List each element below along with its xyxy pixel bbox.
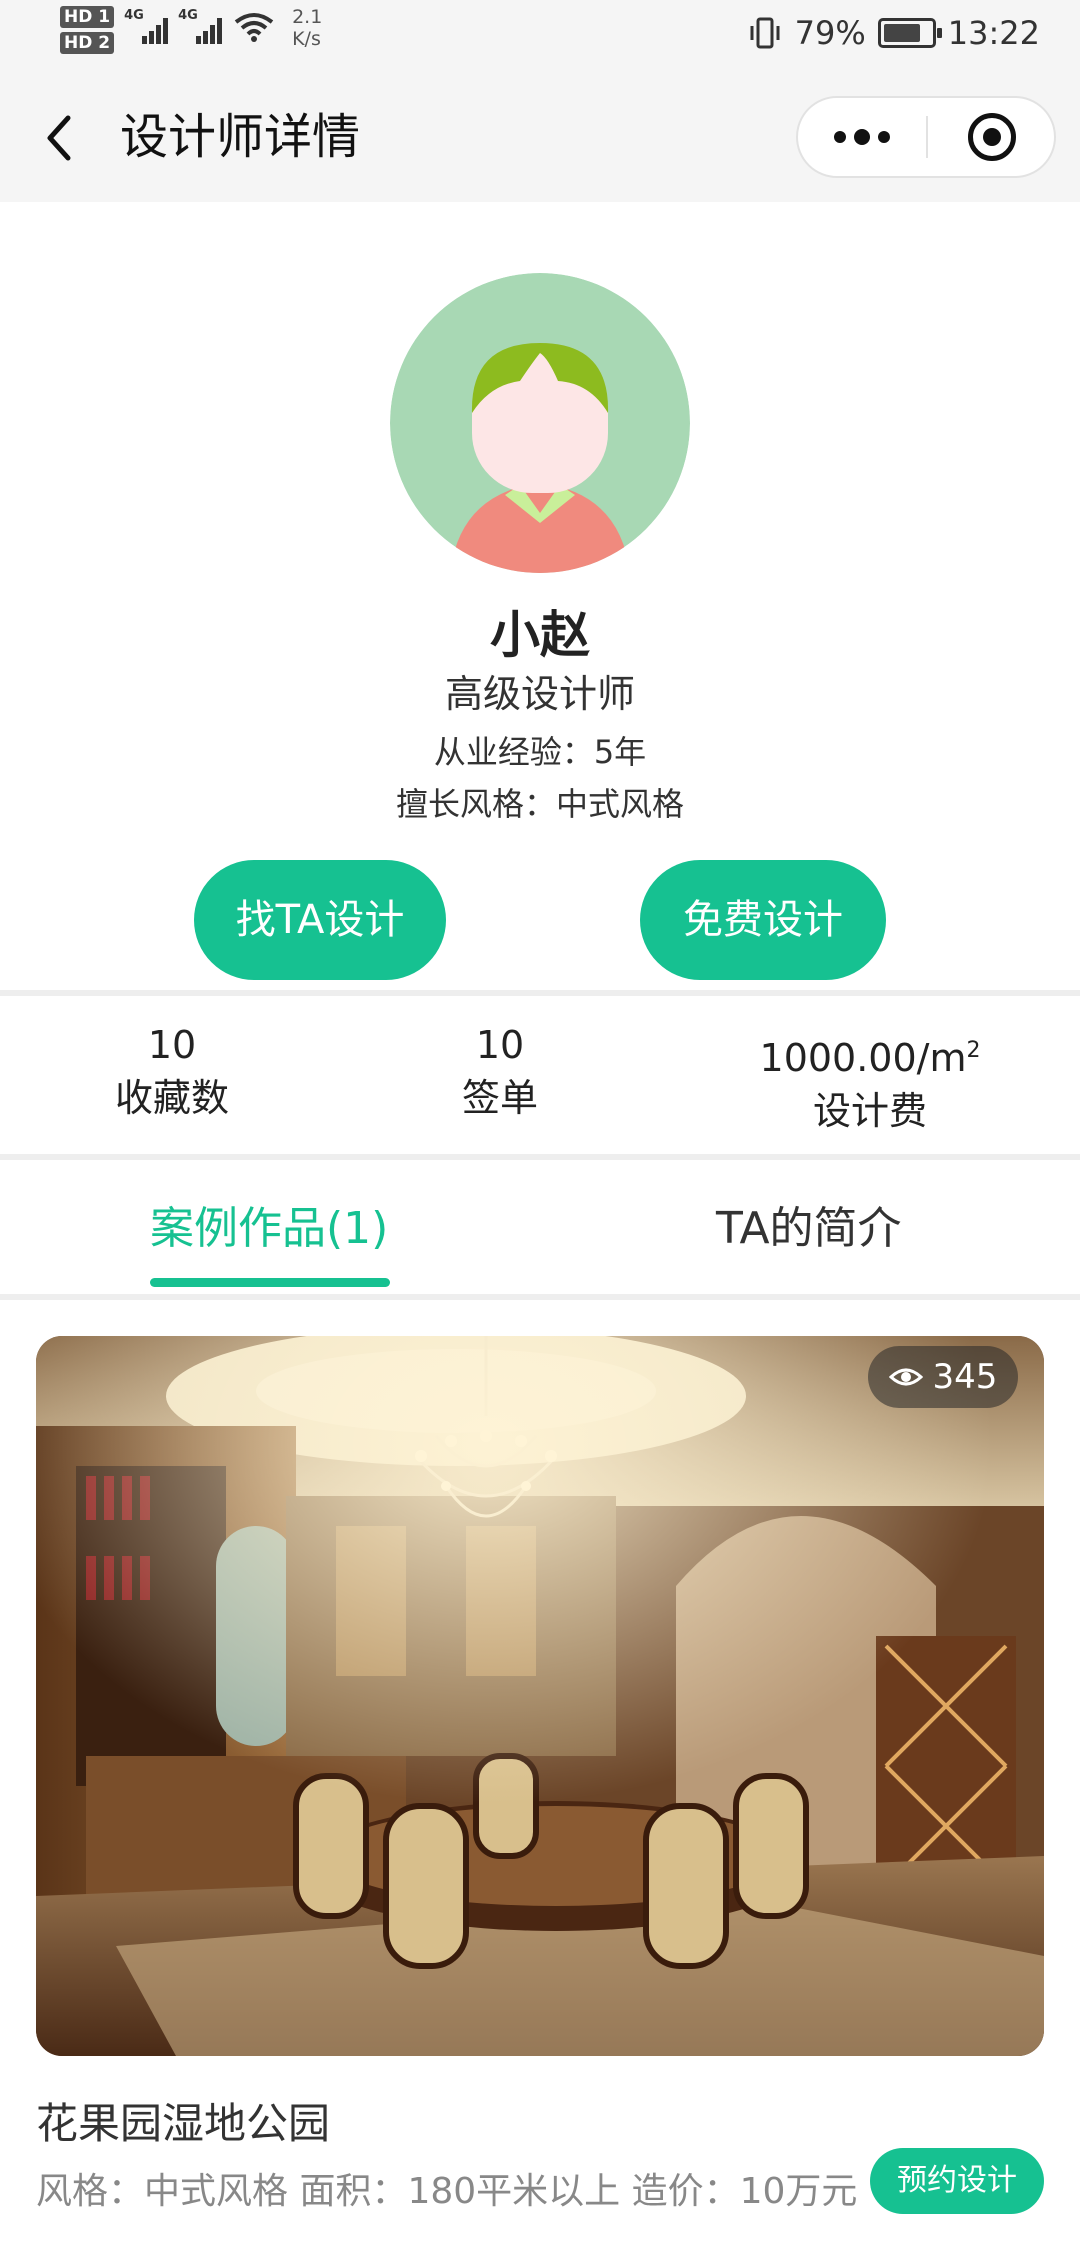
speed-value: 2.1 xyxy=(292,6,323,28)
status-right: 79% 13:22 xyxy=(747,14,1040,52)
status-left: HD 1 HD 2 4G 4G 2.1 K/s xyxy=(60,6,322,54)
divider xyxy=(0,1294,1080,1300)
battery-fill xyxy=(883,24,920,42)
tab-intro[interactable]: TA的简介 xyxy=(716,1196,902,1262)
eye-icon xyxy=(888,1368,923,1386)
mini-program-capsule xyxy=(796,96,1056,178)
signal-icon-2: 4G xyxy=(178,6,223,50)
network-type-1: 4G xyxy=(124,8,144,23)
page-title: 设计师详情 xyxy=(120,109,361,165)
divider xyxy=(0,990,1080,996)
free-design-button[interactable]: 免费设计 xyxy=(640,860,886,980)
target-icon[interactable] xyxy=(928,98,1056,176)
stat-label: 签单 xyxy=(461,1076,538,1120)
stat-unit-superscript: 2 xyxy=(966,1038,981,1063)
speed-unit: K/s xyxy=(292,28,321,50)
designer-name: 小赵 xyxy=(490,606,590,664)
designer-level: 高级设计师 xyxy=(444,672,635,716)
avatar xyxy=(390,273,690,573)
book-design-button[interactable]: 预约设计 xyxy=(870,2148,1044,2214)
battery-percent: 79% xyxy=(794,14,866,52)
hd-badge-1: HD 1 xyxy=(60,6,115,28)
case-meta: 风格：中式风格 面积：180平米以上 造价：10万元 xyxy=(36,2171,858,2212)
nav-bar: 设计师详情 xyxy=(0,72,1080,202)
stat-design-fee: 1000.00/m2 设计费 xyxy=(740,1024,1000,1137)
views-count: 345 xyxy=(932,1357,998,1397)
network-speed: 2.1 K/s xyxy=(292,6,322,50)
battery-icon xyxy=(877,18,942,48)
views-badge: 345 xyxy=(868,1346,1018,1408)
stat-favorites: 10 收藏数 xyxy=(72,1018,272,1124)
hd-badge-2: HD 2 xyxy=(60,32,115,54)
designer-experience: 从业经验：5年 xyxy=(433,733,647,771)
hd-indicators: HD 1 HD 2 xyxy=(60,6,115,54)
designer-style: 擅长风格：中式风格 xyxy=(395,785,684,823)
clock: 13:22 xyxy=(947,14,1040,52)
chevron-left-icon[interactable] xyxy=(38,110,82,166)
network-type-2: 4G xyxy=(178,8,198,23)
status-bar: HD 1 HD 2 4G 4G 2.1 K/s 79% 13:22 xyxy=(0,0,1080,72)
tab-cases[interactable]: 案例作品(1) xyxy=(150,1196,388,1262)
case-title[interactable]: 花果园湿地公园 xyxy=(36,2094,330,2154)
stat-label: 收藏数 xyxy=(114,1076,229,1120)
stat-contracts: 10 签单 xyxy=(400,1018,600,1124)
tab-indicator xyxy=(150,1278,390,1287)
find-designer-button[interactable]: 找TA设计 xyxy=(194,860,446,980)
stat-value: 10 xyxy=(475,1023,525,1067)
stat-value: 10 xyxy=(147,1023,197,1067)
more-dots-icon[interactable] xyxy=(798,98,926,176)
stat-value: 1000.00/m xyxy=(759,1036,967,1080)
stat-label: 设计费 xyxy=(812,1089,927,1133)
signal-icon: 4G xyxy=(124,6,169,50)
divider xyxy=(0,1154,1080,1160)
vibrate-icon xyxy=(750,17,780,49)
wifi-icon xyxy=(234,13,274,42)
case-image[interactable] xyxy=(36,1336,1044,2056)
